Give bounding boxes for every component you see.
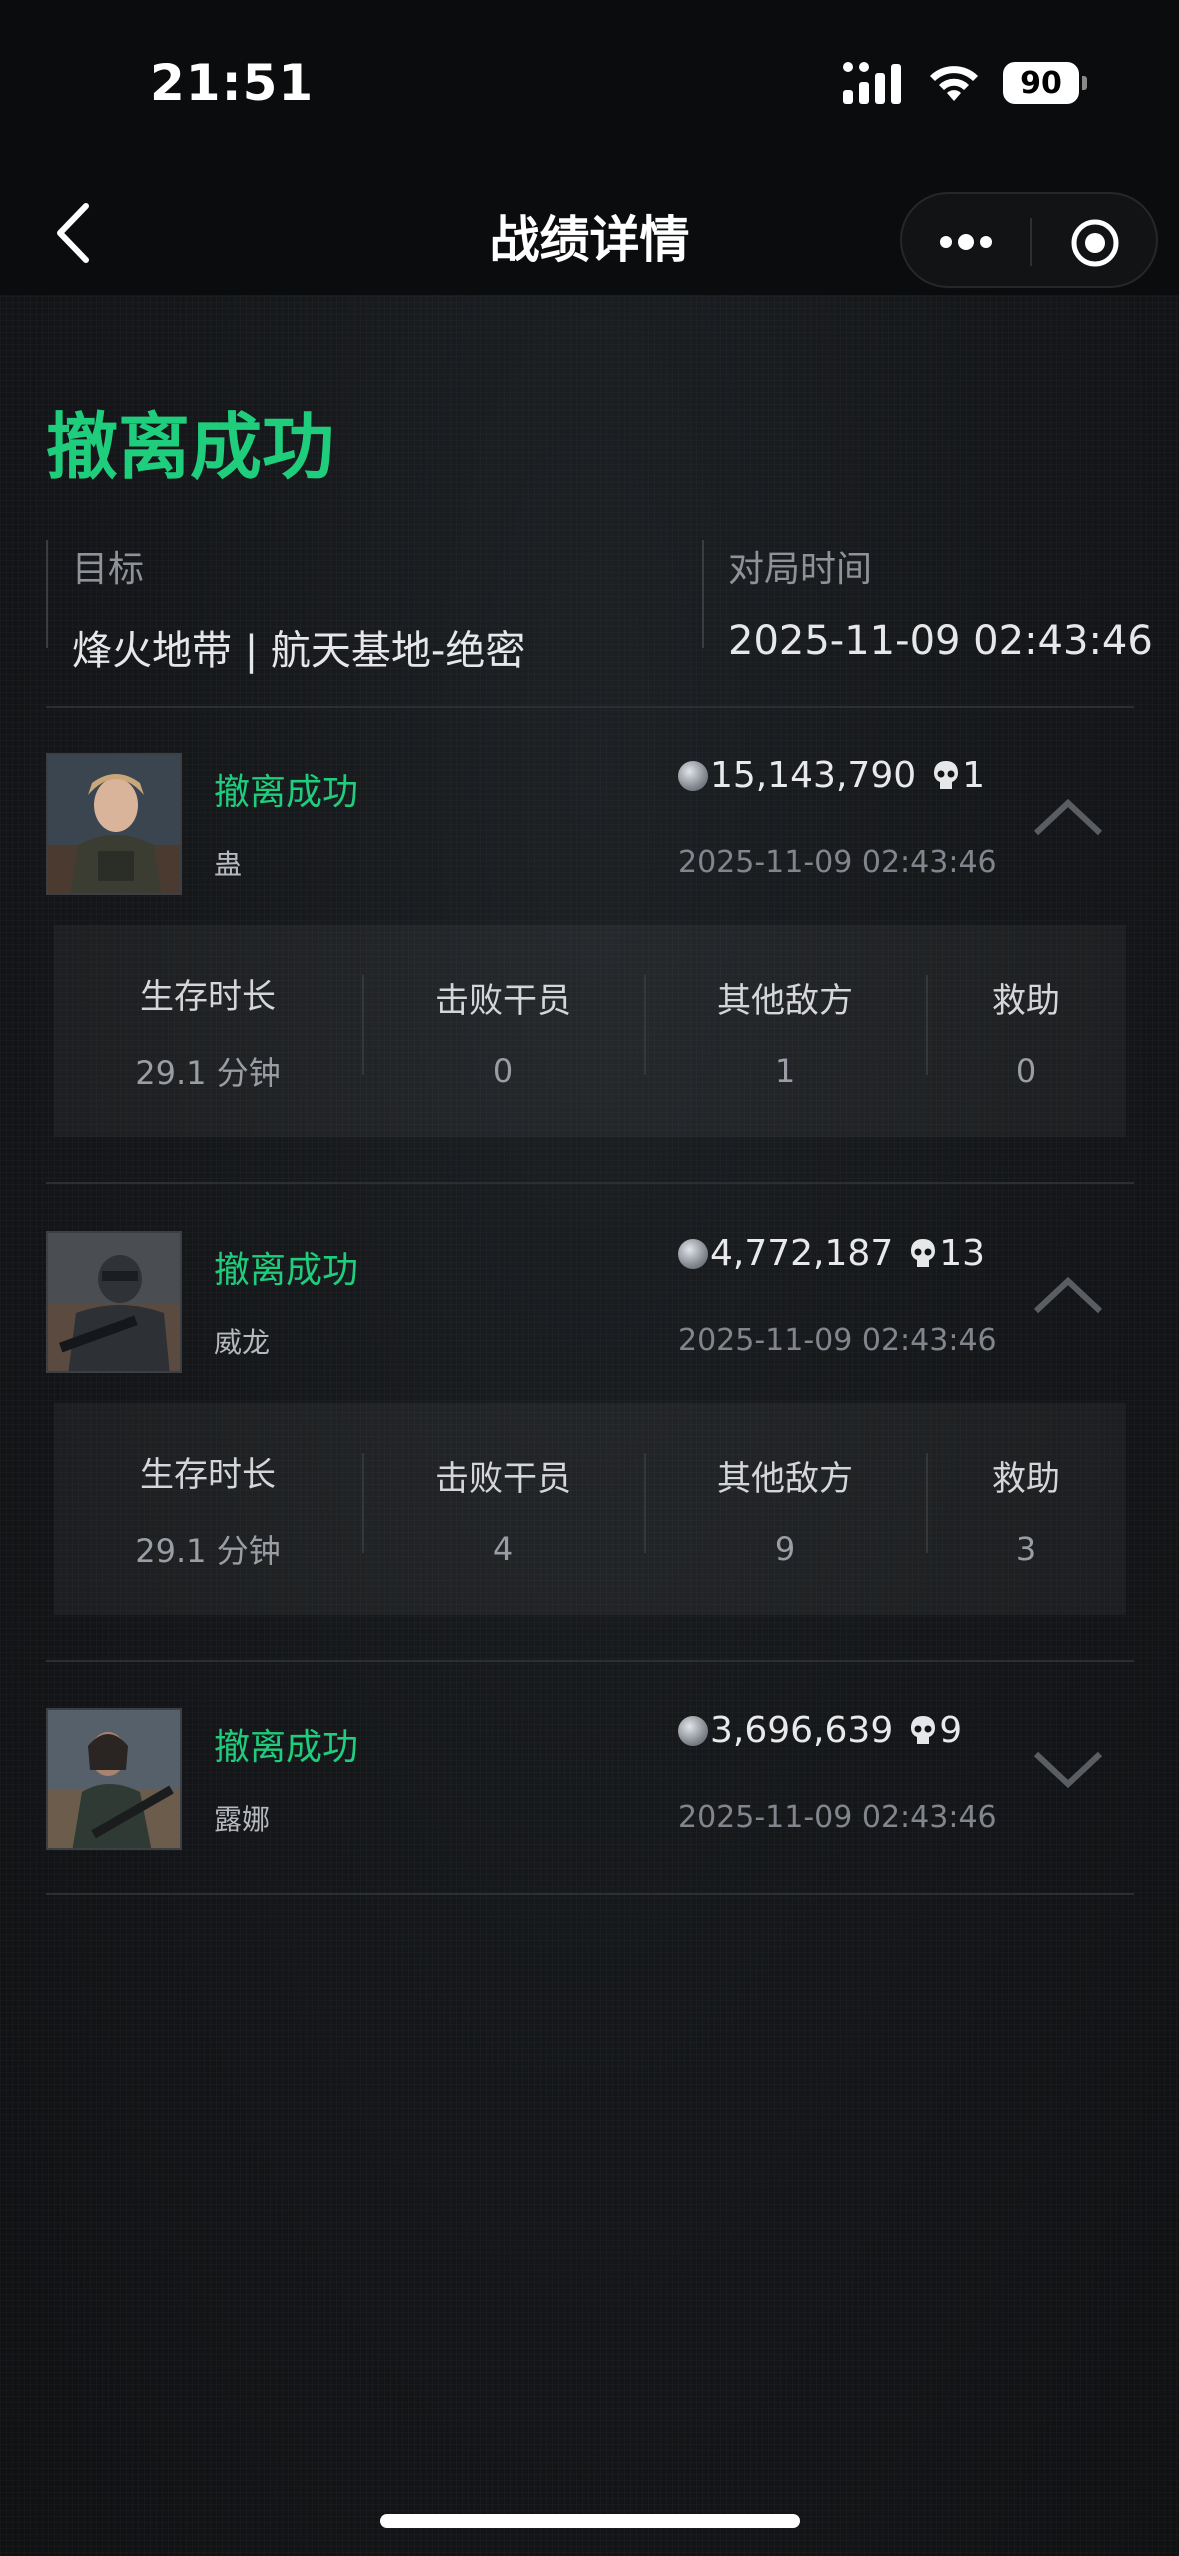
avatar — [46, 1708, 182, 1850]
player-name: 露娜 — [214, 1803, 271, 1836]
stat-assist: 救助 3 — [926, 1451, 1126, 1568]
stat-value: 29.1 分钟 — [135, 1053, 281, 1092]
stat-label: 救助 — [992, 980, 1060, 1021]
stat-value: 3 — [1015, 1529, 1037, 1568]
avatar — [46, 1231, 182, 1373]
player-value-amount: 3,696,639 — [710, 1710, 894, 1751]
skull-icon — [934, 760, 959, 789]
stat-others: 其他敌方 1 — [644, 973, 926, 1090]
stat-others: 其他敌方 9 — [644, 1451, 926, 1568]
match-time-label: 对局时间 — [728, 549, 873, 590]
signal-icon — [843, 62, 901, 104]
chevron-up-icon[interactable] — [1030, 1269, 1106, 1319]
chevron-up-icon[interactable] — [1030, 791, 1106, 841]
stat-survival: 生存时长 29.1 分钟 — [54, 969, 362, 1094]
stat-value: 4 — [492, 1529, 514, 1568]
player-status: 撤离成功 — [214, 1727, 359, 1768]
stat-value: 29.1 分钟 — [135, 1531, 281, 1570]
player-name: 威龙 — [214, 1326, 271, 1359]
divider — [46, 1893, 1134, 1895]
divider — [46, 1182, 1134, 1184]
stat-label: 救助 — [992, 1458, 1060, 1499]
stat-value: 9 — [774, 1529, 796, 1568]
chevron-down-icon[interactable] — [1030, 1746, 1106, 1796]
stat-kills: 击败干员 0 — [362, 973, 644, 1090]
battery-icon: 90 — [1003, 62, 1087, 104]
player-time: 2025-11-09 02:43:46 — [678, 1800, 997, 1835]
stat-label: 其他敌方 — [717, 1458, 853, 1499]
mini-program-capsule — [900, 192, 1158, 288]
stat-label: 击败干员 — [435, 980, 571, 1021]
coin-icon — [678, 760, 708, 791]
home-indicator — [380, 2514, 800, 2528]
stat-kills: 击败干员 4 — [362, 1451, 644, 1568]
skull-icon — [911, 1238, 936, 1267]
stat-label: 生存时长 — [140, 976, 276, 1017]
wifi-icon — [930, 66, 978, 101]
player-name: 蛊 — [214, 848, 243, 881]
match-time-info: 对局时间 2025-11-09 02:43:46 — [702, 540, 1153, 664]
player-value: 3,696,639 9 — [678, 1710, 962, 1751]
player-value-amount: 4,772,187 — [710, 1233, 894, 1274]
player-stats: 生存时长 29.1 分钟 击败干员 4 其他敌方 9 救助 3 — [54, 1403, 1126, 1615]
divider — [46, 706, 1134, 708]
skull-icon — [911, 1715, 936, 1744]
player-value: 4,772,187 13 — [678, 1233, 985, 1274]
stat-value: 0 — [492, 1051, 514, 1090]
stat-label: 生存时长 — [140, 1454, 276, 1495]
coin-icon — [678, 1715, 708, 1746]
target-info: 目标 烽火地带 | 航天基地-绝密 — [46, 540, 525, 674]
target-label: 目标 — [72, 549, 145, 590]
player-value: 15,143,790 1 — [678, 755, 985, 796]
stat-value: 0 — [1015, 1051, 1037, 1090]
status-bar: 21:51 90 — [0, 0, 1179, 170]
avatar — [46, 753, 182, 895]
target-value: 烽火地带 | 航天基地-绝密 — [72, 628, 526, 674]
stat-survival: 生存时长 29.1 分钟 — [54, 1447, 362, 1572]
more-dots-icon[interactable] — [936, 224, 996, 260]
nav-bar: 战绩详情 — [0, 170, 1179, 295]
match-time-value: 2025-11-09 02:43:46 — [728, 618, 1153, 664]
status-time: 21:51 — [150, 54, 315, 112]
stat-value: 1 — [774, 1051, 796, 1090]
stat-label: 其他敌方 — [717, 980, 853, 1021]
player-kills: 1 — [962, 755, 986, 796]
player-card[interactable]: 撤离成功 蛊 15,143,790 1 2025-11-09 02:43:46 … — [46, 753, 1134, 1153]
result-title: 撤离成功 — [46, 405, 335, 489]
player-status: 撤离成功 — [214, 1250, 359, 1291]
player-kills: 13 — [939, 1233, 986, 1274]
player-stats: 生存时长 29.1 分钟 击败干员 0 其他敌方 1 救助 0 — [54, 925, 1126, 1137]
page: 21:51 90 战绩详情 撤离成功 目标 烽火地带 | 航天基地-绝密 对局时… — [0, 0, 1179, 2556]
player-card[interactable]: 撤离成功 露娜 3,696,639 9 2025-11-09 02:43:46 — [46, 1708, 1134, 1858]
capsule-divider — [1030, 218, 1032, 266]
player-kills: 9 — [939, 1710, 963, 1751]
target-circle-icon[interactable] — [1070, 218, 1120, 268]
player-time: 2025-11-09 02:43:46 — [678, 845, 997, 880]
player-time: 2025-11-09 02:43:46 — [678, 1323, 997, 1358]
divider — [46, 1660, 1134, 1662]
stat-assist: 救助 0 — [926, 973, 1126, 1090]
player-status: 撤离成功 — [214, 772, 359, 813]
coin-icon — [678, 1238, 708, 1269]
status-icons: 90 — [843, 62, 1087, 104]
player-value-amount: 15,143,790 — [710, 755, 917, 796]
player-card[interactable]: 撤离成功 威龙 4,772,187 13 2025-11-09 02:43:46… — [46, 1231, 1134, 1631]
stat-label: 击败干员 — [435, 1458, 571, 1499]
